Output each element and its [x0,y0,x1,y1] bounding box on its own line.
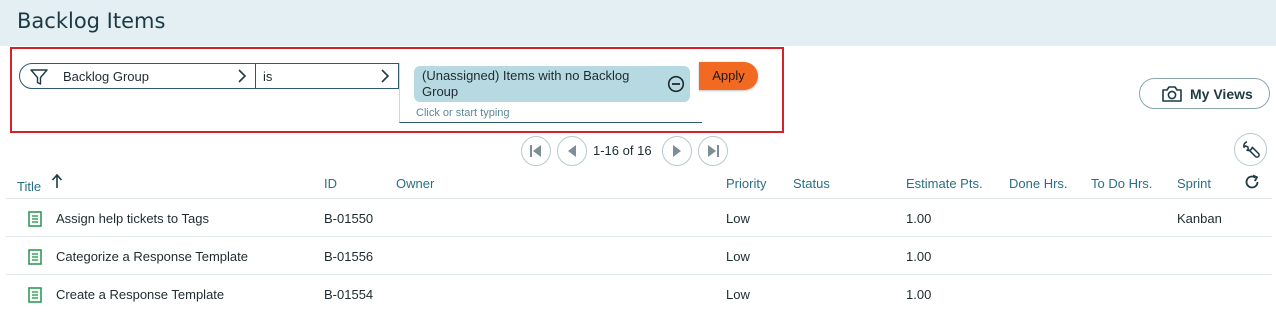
previous-page-icon [568,145,576,157]
sort-ascending-icon[interactable] [51,173,63,189]
column-header-done[interactable]: Done Hrs. [1009,176,1068,191]
row-id: B-01556 [324,249,374,264]
filter-value-placeholder: Click or start typing [416,107,510,119]
row-priority: Low [726,249,750,264]
row-sprint: Kanban [1177,211,1222,226]
table-row[interactable]: Assign help tickets to Tags B-01550 Low … [6,198,1272,236]
row-title-link[interactable]: Create a Response Template [56,287,224,302]
column-header-estimate[interactable]: Estimate Pts. [906,176,983,191]
filter-field-label: Backlog Group [63,69,149,84]
row-priority: Low [726,211,750,226]
chevron-right-icon [381,69,390,83]
row-estimate: 1.00 [906,211,932,226]
story-icon [28,287,42,303]
row-priority: Low [726,287,750,302]
filter-icon [30,69,48,85]
filter-value-chip[interactable]: (Unassigned) Items with no Backlog Group [414,66,690,102]
row-estimate: 1.00 [906,249,932,264]
wrench-icon [1243,141,1260,158]
next-page-icon [673,145,681,157]
row-estimate: 1.00 [906,287,932,302]
first-page-icon [530,145,541,157]
table-settings-button[interactable] [1234,133,1267,166]
filter-operator-label: is [263,69,273,84]
row-title-link[interactable]: Categorize a Response Template [56,249,248,264]
next-page-button[interactable] [662,136,692,166]
apply-button[interactable]: Apply [699,62,758,90]
row-id: B-01554 [324,287,374,302]
camera-icon [1162,86,1182,102]
my-views-label: My Views [1190,86,1253,102]
pagination-range: 1-16 of 16 [593,143,652,158]
table-row[interactable]: Categorize a Response Template B-01556 L… [6,236,1272,274]
first-page-button[interactable] [521,136,551,166]
page-header: Backlog Items [0,0,1276,46]
column-header-status[interactable]: Status [793,176,830,191]
story-icon [28,211,42,227]
last-page-icon [708,145,719,157]
row-id: B-01550 [324,211,374,226]
filter-value-chip-label: (Unassigned) Items with no Backlog Group [422,68,630,99]
filter-field-selector[interactable]: Backlog Group [19,63,256,89]
remove-circle-icon[interactable] [667,75,685,93]
column-header-sprint[interactable]: Sprint [1177,176,1211,191]
column-header-owner[interactable]: Owner [396,176,434,191]
page-title: Backlog Items [17,9,166,33]
column-header-title[interactable]: Title [17,179,41,194]
column-header-id[interactable]: ID [324,176,337,191]
column-header-priority[interactable]: Priority [726,176,766,191]
column-header-todo[interactable]: To Do Hrs. [1091,176,1152,191]
story-icon [28,249,42,265]
row-title-link[interactable]: Assign help tickets to Tags [56,211,209,226]
previous-page-button[interactable] [557,136,587,166]
my-views-button[interactable]: My Views [1139,78,1270,109]
filter-operator-selector[interactable]: is [255,63,399,89]
refresh-icon[interactable] [1243,173,1261,191]
chevron-right-icon [238,69,247,83]
table-row[interactable]: Create a Response Template B-01554 Low 1… [6,274,1272,312]
last-page-button[interactable] [698,136,728,166]
